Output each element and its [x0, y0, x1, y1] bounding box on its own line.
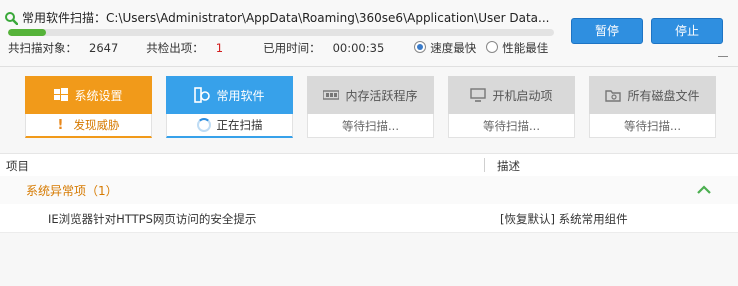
tile-label: 常用软件 — [216, 88, 265, 103]
speed-fastest-option[interactable]: 速度最快 — [414, 40, 476, 56]
tile-label: 开机启动项 — [492, 88, 553, 103]
windows-logo-icon — [54, 88, 69, 101]
performance-best-radio[interactable] — [486, 41, 499, 53]
stop-button[interactable]: 停止 — [651, 18, 723, 44]
elapsed-time-label: 已用时间： — [263, 41, 321, 55]
magnifier-icon — [5, 11, 18, 25]
column-divider[interactable] — [484, 158, 485, 172]
speed-fastest-label: 速度最快 — [430, 41, 477, 55]
tile-label: 内存活跃程序 — [345, 88, 418, 103]
scanned-count-value: 2647 — [89, 41, 119, 55]
scan-path-text: C:\Users\Administrator\AppData\Roaming\3… — [106, 10, 550, 25]
found-count-label: 共检出项： — [146, 41, 204, 55]
results-table-header: 项目 描述 — [0, 153, 738, 177]
tile-startup-items[interactable]: 开机启动项 等待扫描... — [448, 76, 575, 138]
tile-status-text: 等待扫描... — [483, 118, 540, 133]
tile-status-text: 正在扫描 — [216, 118, 263, 132]
chevron-up-icon[interactable] — [697, 184, 711, 194]
scan-header: 常用软件扫描： C:\Users\Administrator\AppData\R… — [0, 0, 738, 66]
table-row[interactable]: IE浏览器针对HTTPS网页访问的安全提示 [恢复默认] 系统常用组件 — [0, 204, 738, 233]
tile-label: 系统设置 — [74, 88, 123, 103]
tile-status-text: 发现威胁 — [73, 118, 120, 132]
column-header-description[interactable]: 描述 — [497, 158, 520, 174]
tile-active-memory-programs[interactable]: 内存活跃程序 等待扫描... — [307, 76, 434, 138]
loading-spinner-icon — [196, 118, 211, 132]
scan-stats: 共扫描对象： 2647 共检出项： 1 已用时间： 00:00:35 速度最快 … — [8, 40, 548, 56]
found-count-value: 1 — [215, 41, 224, 55]
group-title: 系统异常项（1） — [26, 184, 118, 198]
scan-progress-bar — [8, 29, 554, 36]
warning-icon: ! — [57, 117, 64, 133]
scan-progress-fill — [8, 29, 47, 36]
software-package-icon — [194, 87, 211, 103]
tile-all-disk-files[interactable]: 所有磁盘文件 等待扫描... — [589, 76, 716, 138]
elapsed-time-value: 00:00:35 — [332, 41, 385, 55]
scanned-count-label: 共扫描对象： — [8, 41, 77, 55]
tile-status-text: 等待扫描... — [342, 118, 399, 133]
row-description-text: [恢复默认] 系统常用组件 — [500, 212, 628, 226]
tile-common-software[interactable]: 常用软件 正在扫描 — [166, 76, 293, 138]
group-row-system-anomalies[interactable]: 系统异常项（1） — [0, 176, 738, 204]
row-item-text: IE浏览器针对HTTPS网页访问的安全提示 — [48, 212, 257, 226]
memory-chip-icon — [323, 90, 340, 100]
column-header-item[interactable]: 项目 — [6, 158, 29, 174]
scan-title-label: 常用软件扫描： — [22, 11, 107, 25]
tile-system-settings[interactable]: 系统设置 ! 发现威胁 — [25, 76, 152, 138]
header-divider — [0, 66, 738, 67]
scan-status-line: 常用软件扫描： C:\Users\Administrator\AppData\R… — [4, 9, 549, 26]
minimize-panel-icon[interactable] — [718, 56, 728, 57]
performance-best-option[interactable]: 性能最佳 — [486, 40, 548, 56]
monitor-icon — [470, 88, 487, 102]
tile-label: 所有磁盘文件 — [627, 88, 700, 103]
tile-status-text: 等待扫描... — [624, 118, 681, 133]
pause-button[interactable]: 暂停 — [571, 18, 643, 44]
performance-best-label: 性能最佳 — [502, 41, 549, 55]
folder-search-icon — [605, 90, 622, 102]
speed-fastest-radio[interactable] — [414, 41, 427, 53]
